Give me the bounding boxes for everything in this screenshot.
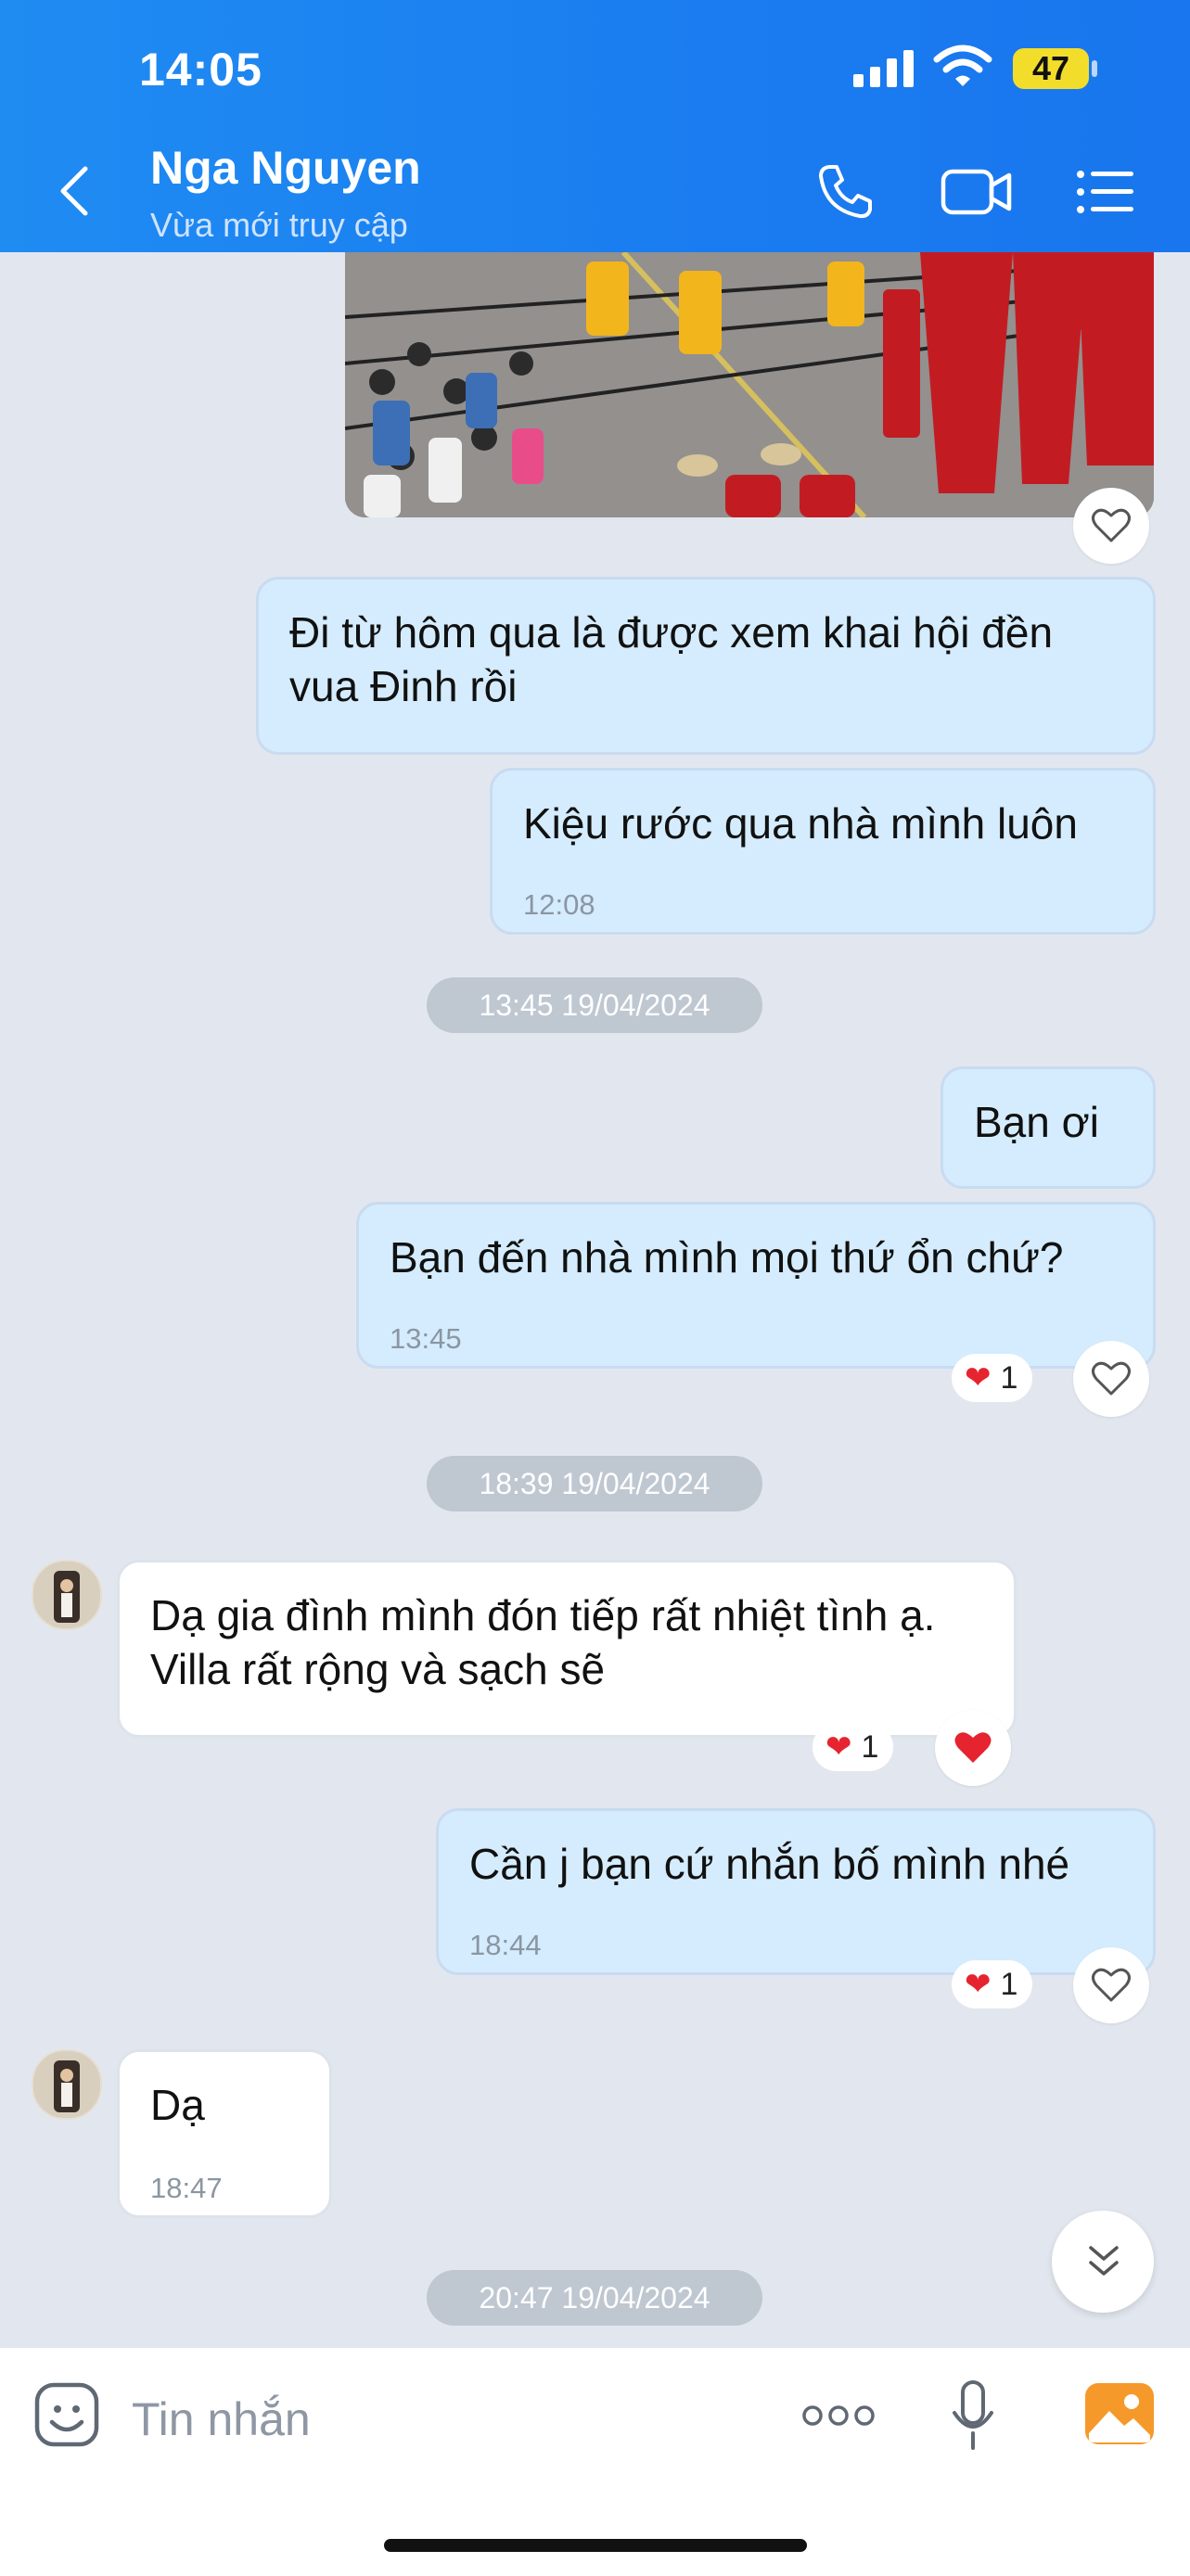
react-heart-button[interactable]	[1073, 1341, 1149, 1417]
contact-name[interactable]: Nga Nguyen	[150, 141, 421, 195]
message-text: Cần j bạn cứ nhắn bố mình nhé	[469, 1840, 1070, 1888]
home-indicator	[384, 2539, 807, 2552]
video-call-icon[interactable]	[940, 167, 1013, 217]
wifi-icon	[933, 45, 992, 86]
message-text: Bạn ơi	[974, 1098, 1100, 1146]
chat-header: 14:05 47 Nga Nguyen Vừa mới truy cập	[0, 0, 1190, 252]
date-separator: 20:47 19/04/2024	[427, 2270, 762, 2326]
message-bubble-outgoing[interactable]: Cần j bạn cứ nhắn bố mình nhé 18:44	[436, 1808, 1156, 1975]
avatar[interactable]	[32, 2049, 102, 2120]
date-separator: 18:39 19/04/2024	[427, 1456, 762, 1511]
microphone-icon[interactable]	[950, 2379, 996, 2454]
heart-filled-icon: ❤	[825, 1729, 852, 1765]
avatar-photo-image	[33, 1562, 100, 1628]
avatar[interactable]	[32, 1560, 102, 1630]
message-bubble-outgoing[interactable]: Bạn đến nhà mình mọi thứ ổn chứ? 13:45	[356, 1202, 1156, 1369]
avatar-photo-image	[33, 2051, 100, 2118]
message-text: Dạ	[150, 2081, 205, 2129]
message-bubble-incoming[interactable]: Dạ 18:47	[117, 2049, 332, 2218]
double-chevron-down-icon	[1089, 2246, 1119, 2276]
react-heart-button-active[interactable]	[935, 1710, 1011, 1786]
cellular-signal-icon	[853, 50, 914, 87]
heart-outline-icon	[1092, 1968, 1131, 2002]
sticker-emoji-icon[interactable]	[33, 2381, 100, 2448]
message-bubble-outgoing[interactable]: Đi từ hôm qua là được xem khai hội đền v…	[256, 577, 1156, 755]
message-text: Kiệu rước qua nhà mình luôn	[523, 799, 1078, 848]
heart-filled-icon: ❤	[965, 1967, 992, 2002]
menu-list-icon[interactable]	[1076, 169, 1135, 215]
react-heart-button[interactable]	[1073, 488, 1149, 564]
message-bubble-outgoing[interactable]: Kiệu rước qua nhà mình luôn 12:08	[490, 768, 1156, 935]
phone-call-icon[interactable]	[816, 163, 874, 221]
message-text: Đi từ hôm qua là được xem khai hội đền v…	[289, 608, 1054, 710]
image-gallery-icon[interactable]	[1083, 2381, 1156, 2446]
react-heart-button[interactable]	[1073, 1947, 1149, 2023]
heart-outline-icon	[1092, 1361, 1131, 1396]
reaction-count-value: 1	[861, 1729, 879, 1765]
message-timestamp: 18:47	[150, 2172, 223, 2204]
status-time: 14:05	[139, 44, 262, 96]
message-text: Bạn đến nhà mình mọi thứ ổn chứ?	[390, 1233, 1064, 1282]
message-bubble-incoming[interactable]: Dạ gia đình mình đón tiếp rất nhiệt tình…	[117, 1560, 1017, 1738]
message-bubble-outgoing[interactable]: Bạn ơi	[940, 1066, 1156, 1189]
message-timestamp: 18:44	[469, 1929, 542, 1961]
heart-filled-icon: ❤	[965, 1360, 992, 1396]
message-input[interactable]: Tin nhắn	[132, 2392, 311, 2446]
date-separator: 13:45 19/04/2024	[427, 977, 762, 1033]
reaction-count[interactable]: ❤ 1	[952, 1960, 1033, 2009]
reaction-count[interactable]: ❤ 1	[952, 1354, 1033, 1402]
shared-photo[interactable]	[345, 252, 1154, 517]
contact-status: Vừa mới truy cập	[150, 206, 408, 244]
heart-outline-icon	[1092, 508, 1131, 542]
battery-tip	[1092, 60, 1097, 77]
message-timestamp: 12:08	[523, 888, 595, 921]
message-text: Dạ gia đình mình đón tiếp rất nhiệt tình…	[150, 1591, 936, 1693]
reaction-count-value: 1	[1000, 1360, 1018, 1396]
festival-photo-image	[345, 252, 1154, 517]
message-timestamp: 13:45	[390, 1322, 462, 1355]
back-icon[interactable]	[56, 165, 93, 217]
reaction-count[interactable]: ❤ 1	[813, 1723, 894, 1771]
battery-indicator: 47	[1013, 48, 1089, 89]
scroll-to-bottom-button[interactable]	[1052, 2211, 1154, 2313]
more-options-icon[interactable]	[801, 2404, 876, 2428]
reaction-count-value: 1	[1000, 1967, 1018, 2002]
heart-filled-icon	[954, 1732, 992, 1763]
